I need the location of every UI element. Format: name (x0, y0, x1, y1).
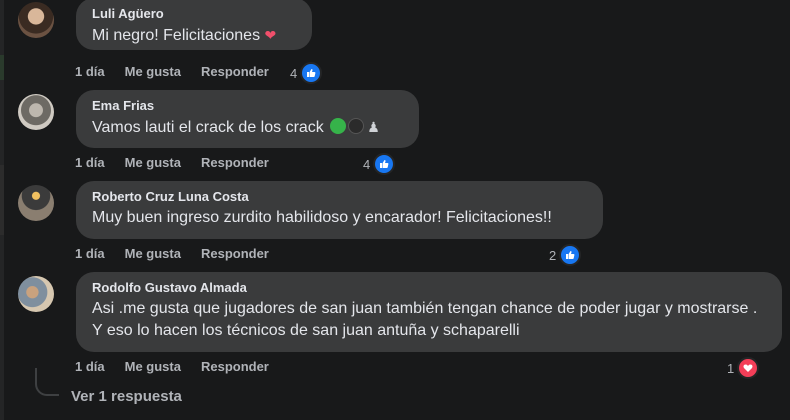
like-icon (373, 153, 396, 175)
edge-segment (0, 55, 4, 80)
like-button[interactable]: Me gusta (125, 155, 181, 171)
comment-actions: 1 día Me gusta Responder (75, 64, 269, 80)
comment-author[interactable]: Ema Frias (92, 98, 403, 114)
comment-bubble: Ema Frias Vamos lauti el crack de los cr… (76, 90, 419, 148)
reaction-count: 4 (363, 156, 371, 172)
comment-text: Mi negro! Felicitaciones ❤ (92, 27, 277, 44)
reaction-summary[interactable]: 1 (727, 357, 760, 379)
avatar[interactable] (18, 185, 54, 221)
avatar[interactable] (18, 2, 54, 38)
comment-time[interactable]: 1 día (75, 155, 105, 171)
comment-text: Asi .me gusta que jugadores de san juan … (92, 300, 758, 339)
comment-bubble: Luli Agüero Mi negro! Felicitaciones ❤ (76, 0, 312, 50)
like-icon (559, 244, 582, 266)
comment-actions: 1 día Me gusta Responder (75, 155, 269, 171)
comment-author[interactable]: Roberto Cruz Luna Costa (92, 189, 587, 205)
green-circle-icon (330, 118, 347, 134)
comment-bubble: Rodolfo Gustavo Almada Asi .me gusta que… (76, 272, 782, 352)
comment-time[interactable]: 1 día (75, 359, 105, 375)
comment-time[interactable]: 1 día (75, 246, 105, 262)
reaction-count: 1 (727, 360, 735, 376)
reply-thread-connector (35, 368, 59, 396)
view-replies-link[interactable]: Ver 1 respuesta (71, 388, 182, 405)
like-button[interactable]: Me gusta (125, 246, 181, 262)
avatar[interactable] (18, 94, 54, 130)
comment-text: Vamos lauti el crack de los crack ♟ (92, 118, 380, 136)
reply-button[interactable]: Responder (201, 359, 269, 375)
black-circle-icon (348, 118, 365, 134)
like-button[interactable]: Me gusta (125, 359, 181, 375)
comment-actions: 1 día Me gusta Responder (75, 359, 269, 375)
reaction-summary[interactable]: 4 (363, 153, 396, 175)
reaction-count: 4 (290, 65, 298, 81)
reply-button[interactable]: Responder (201, 155, 269, 171)
reply-button[interactable]: Responder (201, 246, 269, 262)
hearts-emoji-icon: ❤ (264, 27, 277, 43)
edge-segment (0, 165, 4, 235)
comment-author[interactable]: Luli Agüero (92, 6, 296, 22)
like-icon (300, 62, 323, 84)
like-button[interactable]: Me gusta (125, 64, 181, 80)
comment-time[interactable]: 1 día (75, 64, 105, 80)
comment-actions: 1 día Me gusta Responder (75, 246, 269, 262)
people-icon: ♟ (367, 119, 380, 135)
comment-bubble: Roberto Cruz Luna Costa Muy buen ingreso… (76, 181, 603, 239)
comment-author[interactable]: Rodolfo Gustavo Almada (92, 280, 766, 296)
left-edge-strip (0, 0, 4, 420)
reaction-count: 2 (549, 247, 557, 263)
comment-text: Muy buen ingreso zurdito habilidoso y en… (92, 209, 552, 226)
reaction-summary[interactable]: 2 (549, 244, 582, 266)
reaction-summary[interactable]: 4 (290, 62, 323, 84)
love-icon (737, 357, 760, 379)
reply-button[interactable]: Responder (201, 64, 269, 80)
avatar[interactable] (18, 276, 54, 312)
